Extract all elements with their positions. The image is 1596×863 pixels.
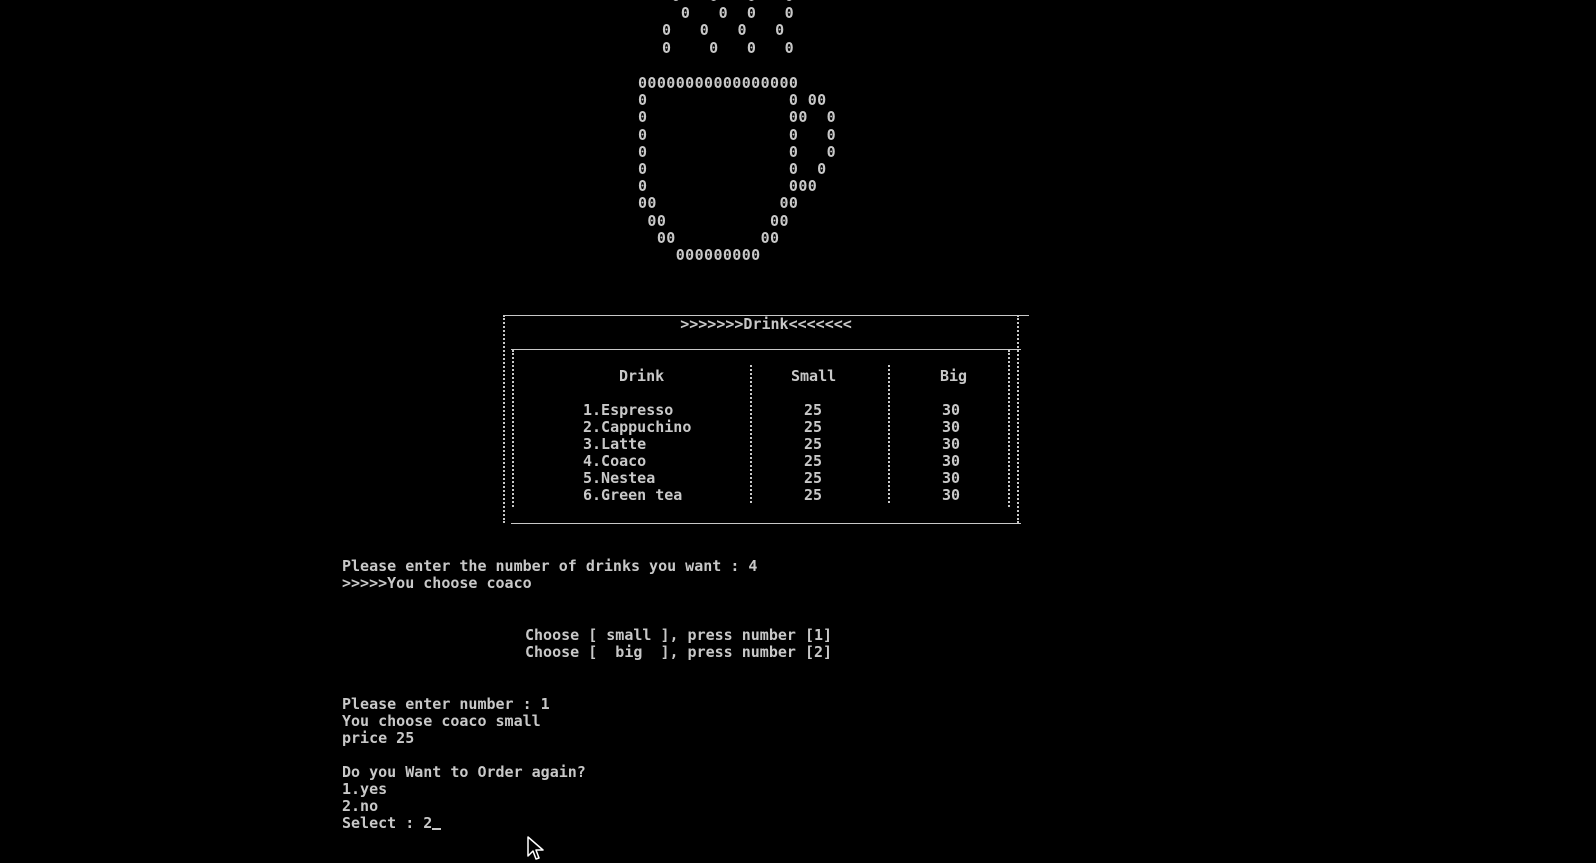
drink-name: 6.Green tea bbox=[583, 486, 683, 504]
chosen-drink-line: >>>>>You choose coaco bbox=[342, 574, 532, 592]
header-drink: Drink bbox=[619, 367, 665, 385]
menu-row: 3.Latte 25 30 bbox=[503, 435, 1029, 453]
select-input-line[interactable]: Select : 2 bbox=[342, 814, 442, 832]
price-small: 25 bbox=[804, 469, 823, 487]
drink-name: 1.Espresso bbox=[583, 401, 674, 419]
price-small: 25 bbox=[804, 486, 823, 504]
price-small: 25 bbox=[804, 418, 823, 436]
ascii-steam-art: 0 0 0 0 0 0 0 0 0 0 0 0 0 0 0 0 bbox=[662, 0, 795, 57]
drink-name: 3.Latte bbox=[583, 435, 647, 453]
price-big: 30 bbox=[942, 435, 961, 453]
drink-menu-box: >>>>>>>Drink<<<<<<< Drink Small Big 1.Es… bbox=[503, 315, 1029, 524]
mouse-pointer-icon bbox=[527, 836, 544, 860]
size-option-big: Choose [ big ], press number [2] bbox=[525, 643, 833, 661]
menu-row: 4.Coaco 25 30 bbox=[503, 452, 1029, 470]
price-line: price 25 bbox=[342, 729, 415, 747]
menu-title: >>>>>>>Drink<<<<<<< bbox=[680, 315, 852, 333]
price-big: 30 bbox=[942, 418, 961, 436]
header-small: Small bbox=[791, 367, 837, 385]
price-big: 30 bbox=[942, 452, 961, 470]
prompt-size-number: Please enter number : 1 bbox=[342, 695, 550, 713]
price-big: 30 bbox=[942, 401, 961, 419]
option-no: 2.no bbox=[342, 797, 379, 815]
size-option-small: Choose [ small ], press number [1] bbox=[525, 626, 833, 644]
option-yes: 1.yes bbox=[342, 780, 388, 798]
price-big: 30 bbox=[942, 469, 961, 487]
order-again-question: Do you Want to Order again? bbox=[342, 763, 586, 781]
price-small: 25 bbox=[804, 401, 823, 419]
chosen-summary-line: You choose coaco small bbox=[342, 712, 541, 730]
select-prompt: Select : 2 bbox=[342, 814, 433, 832]
text-cursor bbox=[432, 828, 442, 830]
header-big: Big bbox=[940, 367, 968, 385]
console-window[interactable]: 0 0 0 0 0 0 0 0 0 0 0 0 0 0 0 0 00000000… bbox=[0, 0, 1596, 863]
drink-name: 2.Cappuchino bbox=[583, 418, 692, 436]
price-small: 25 bbox=[804, 452, 823, 470]
menu-row: 6.Green tea 25 30 bbox=[503, 486, 1029, 504]
drink-name: 5.Nestea bbox=[583, 469, 656, 487]
prompt-drink-number: Please enter the number of drinks you wa… bbox=[342, 557, 758, 575]
price-big: 30 bbox=[942, 486, 961, 504]
drink-name: 4.Coaco bbox=[583, 452, 647, 470]
ascii-cup-art: 00000000000000000 0 0 00 0 00 0 0 0 0 0 … bbox=[638, 74, 837, 265]
menu-row: 1.Espresso 25 30 bbox=[503, 401, 1029, 419]
menu-row: 5.Nestea 25 30 bbox=[503, 469, 1029, 487]
price-small: 25 bbox=[804, 435, 823, 453]
menu-row: 2.Cappuchino 25 30 bbox=[503, 418, 1029, 436]
